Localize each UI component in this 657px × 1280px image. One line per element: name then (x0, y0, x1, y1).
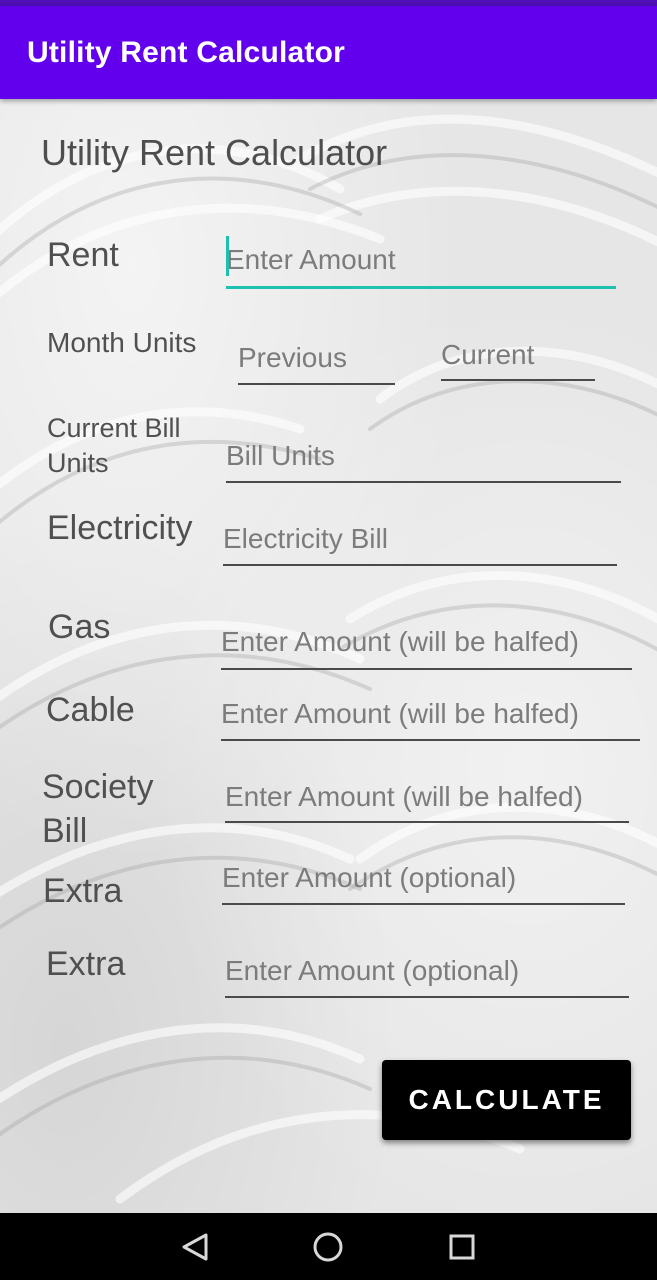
recents-square-icon[interactable] (443, 1228, 481, 1266)
society-bill-label-line1: Society (42, 768, 154, 806)
text-cursor (226, 236, 229, 276)
cable-amount-input[interactable] (221, 695, 640, 741)
extra-label-2: Extra (46, 945, 126, 983)
gas-label: Gas (48, 608, 111, 646)
rent-input[interactable] (226, 239, 616, 289)
society-bill-label-line2: Bill (42, 812, 88, 850)
app-bar-title: Utility Rent Calculator (27, 36, 345, 69)
extra-label-1: Extra (43, 872, 123, 910)
bill-units-label-line1: Current Bill (47, 413, 181, 443)
calculate-button[interactable]: CALCULATE (382, 1060, 631, 1140)
back-triangle-icon[interactable] (176, 1228, 214, 1266)
electricity-label: Electricity (47, 509, 193, 547)
app-screen: Utility Rent Calculator Utility Rent Cal… (0, 0, 657, 1280)
extra-amount-input-1[interactable] (222, 858, 625, 905)
society-bill-input[interactable] (225, 778, 629, 823)
home-circle-icon[interactable] (309, 1228, 347, 1266)
app-bar: Utility Rent Calculator (0, 6, 657, 99)
previous-units-input[interactable] (238, 339, 395, 385)
form-heading: Utility Rent Calculator (41, 132, 388, 173)
bill-units-input[interactable] (226, 437, 621, 483)
navigation-bar (0, 1213, 657, 1280)
rent-label: Rent (47, 236, 119, 274)
bill-units-label: Current Bill Units (47, 411, 181, 481)
bill-units-label-line2: Units (47, 448, 109, 478)
current-units-input[interactable] (441, 337, 595, 381)
electricity-bill-input[interactable] (223, 520, 617, 566)
gas-amount-input[interactable] (221, 621, 632, 670)
month-units-label: Month Units (47, 327, 197, 358)
cable-label: Cable (46, 691, 135, 729)
extra-amount-input-2[interactable] (225, 951, 629, 998)
society-bill-label: Society Bill (42, 765, 154, 853)
form-content: Utility Rent Calculator Rent Month Units… (0, 99, 657, 1213)
